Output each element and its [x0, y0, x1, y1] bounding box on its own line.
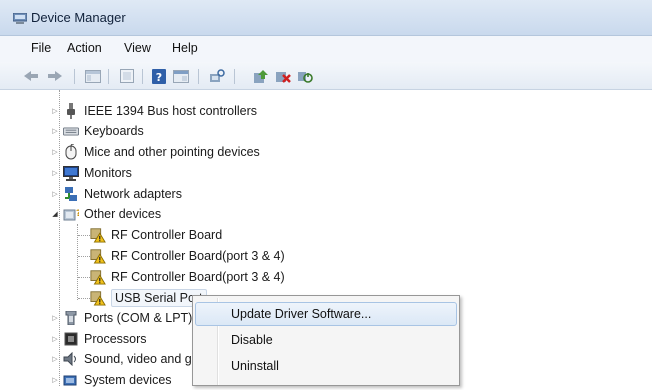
- expand-arrow-icon[interactable]: ▷: [50, 163, 60, 183]
- toolbar: ?: [0, 62, 652, 90]
- tree-item-label: RF Controller Board(port 3 & 4): [111, 249, 285, 263]
- expand-arrow-icon[interactable]: ▷: [50, 121, 60, 141]
- expand-arrow-icon[interactable]: ▷: [50, 184, 60, 204]
- sound-icon: [63, 351, 79, 367]
- menu-help[interactable]: Help: [172, 41, 198, 55]
- menu-bar: File Action View Help: [0, 36, 652, 62]
- show-hide-console-tree-icon[interactable]: [84, 68, 102, 84]
- disable-menu-item[interactable]: Disable: [195, 328, 457, 352]
- other-devices-icon: ?: [63, 206, 79, 222]
- unknown-device-warning-icon: [90, 227, 106, 243]
- menu-item-label: Uninstall: [231, 359, 279, 373]
- tree-item-label: Other devices: [84, 207, 162, 221]
- device-manager-icon: [13, 13, 27, 24]
- toolbar-separator: [108, 69, 109, 84]
- tree-item-label: IEEE 1394 Bus host controllers: [84, 104, 258, 118]
- tree-item-rf-controller-board-port-3-4[interactable]: RF Controller Board(port 3 & 4): [90, 267, 285, 287]
- toolbar-separator: [142, 69, 143, 84]
- menu-action[interactable]: Action: [67, 41, 102, 55]
- tree-item-system-devices[interactable]: ▷ System devices: [50, 370, 172, 390]
- help-icon[interactable]: ?: [150, 68, 168, 84]
- update-driver-icon[interactable]: [252, 68, 270, 84]
- svg-text:?: ?: [76, 209, 79, 219]
- scan-hardware-changes-icon[interactable]: [208, 68, 226, 84]
- expand-arrow-icon[interactable]: ▷: [50, 329, 60, 349]
- tree-guide-line: [78, 298, 90, 299]
- expand-arrow-icon[interactable]: ▷: [50, 308, 60, 328]
- title-bar: Device Manager: [0, 0, 652, 36]
- tree-item-rf-controller-board-port-3-4[interactable]: RF Controller Board(port 3 & 4): [90, 246, 285, 266]
- collapse-arrow-icon[interactable]: ◢: [50, 204, 60, 224]
- mouse-icon: [63, 144, 79, 160]
- unknown-device-warning-icon: [90, 290, 106, 306]
- tree-item-label: Mice and other pointing devices: [84, 145, 260, 159]
- network-adapter-icon: [63, 186, 79, 202]
- svg-text:?: ?: [156, 71, 162, 84]
- processor-icon: [63, 331, 79, 347]
- tree-item-keyboards[interactable]: ▷ Keyboards: [50, 121, 144, 141]
- tree-item-monitors[interactable]: ▷ Monitors: [50, 163, 132, 183]
- tree-item-rf-controller-board[interactable]: RF Controller Board: [90, 225, 222, 245]
- firewire-icon: [63, 103, 79, 119]
- port-icon: [63, 310, 79, 326]
- forward-arrow-icon[interactable]: [46, 68, 64, 84]
- unknown-device-warning-icon: [90, 248, 106, 264]
- tree-item-label: Keyboards: [84, 124, 144, 138]
- uninstall-menu-item[interactable]: Uninstall: [195, 354, 457, 378]
- tree-item-label: System devices: [84, 373, 172, 387]
- unknown-device-warning-icon: [90, 269, 106, 285]
- tree-item-label: Ports (COM & LPT): [84, 311, 193, 325]
- window-title: Device Manager: [31, 10, 126, 25]
- keyboard-icon: [63, 123, 79, 139]
- expand-arrow-icon[interactable]: ▷: [50, 142, 60, 162]
- menu-file[interactable]: File: [31, 41, 51, 55]
- tree-item-processors[interactable]: ▷ Processors: [50, 329, 147, 349]
- tree-item-other-devices[interactable]: ◢ ? Other devices: [50, 204, 161, 224]
- tree-item-ports[interactable]: ▷ Ports (COM & LPT): [50, 308, 192, 328]
- expand-arrow-icon[interactable]: ▷: [50, 370, 60, 390]
- tree-guide-line: [78, 235, 90, 236]
- update-driver-software-menu-item[interactable]: Update Driver Software...: [195, 302, 457, 326]
- tree-guide-line: [78, 256, 90, 257]
- expand-arrow-icon[interactable]: ▷: [50, 349, 60, 369]
- tree-item-label: RF Controller Board(port 3 & 4): [111, 270, 285, 284]
- back-arrow-icon[interactable]: [22, 68, 40, 84]
- menu-item-label: Update Driver Software...: [231, 307, 372, 321]
- toolbar-separator: [234, 69, 235, 84]
- tree-item-label: Monitors: [84, 166, 132, 180]
- tree-guide-line: [78, 277, 90, 278]
- properties-icon[interactable]: [118, 68, 136, 84]
- tree-item-mice[interactable]: ▷ Mice and other pointing devices: [50, 142, 260, 162]
- monitor-icon: [63, 165, 79, 181]
- tree-item-label: Processors: [84, 332, 147, 346]
- tree-item-label: RF Controller Board: [111, 228, 223, 242]
- tree-item-label: Network adapters: [84, 187, 182, 201]
- menu-item-label: Disable: [231, 333, 273, 347]
- enable-device-icon[interactable]: [296, 68, 314, 84]
- console-view-icon[interactable]: [172, 68, 190, 84]
- tree-item-network-adapters[interactable]: ▷ Network adapters: [50, 184, 182, 204]
- uninstall-device-icon[interactable]: [274, 68, 292, 84]
- toolbar-separator: [74, 69, 75, 84]
- expand-arrow-icon[interactable]: ▷: [50, 101, 60, 121]
- toolbar-separator: [198, 69, 199, 84]
- tree-item-usb-serial-port[interactable]: USB Serial Port: [90, 288, 207, 308]
- context-menu: Update Driver Software... Disable Uninst…: [192, 295, 460, 386]
- menu-view[interactable]: View: [124, 41, 151, 55]
- tree-item-ieee1394[interactable]: ▷ IEEE 1394 Bus host controllers: [50, 101, 257, 121]
